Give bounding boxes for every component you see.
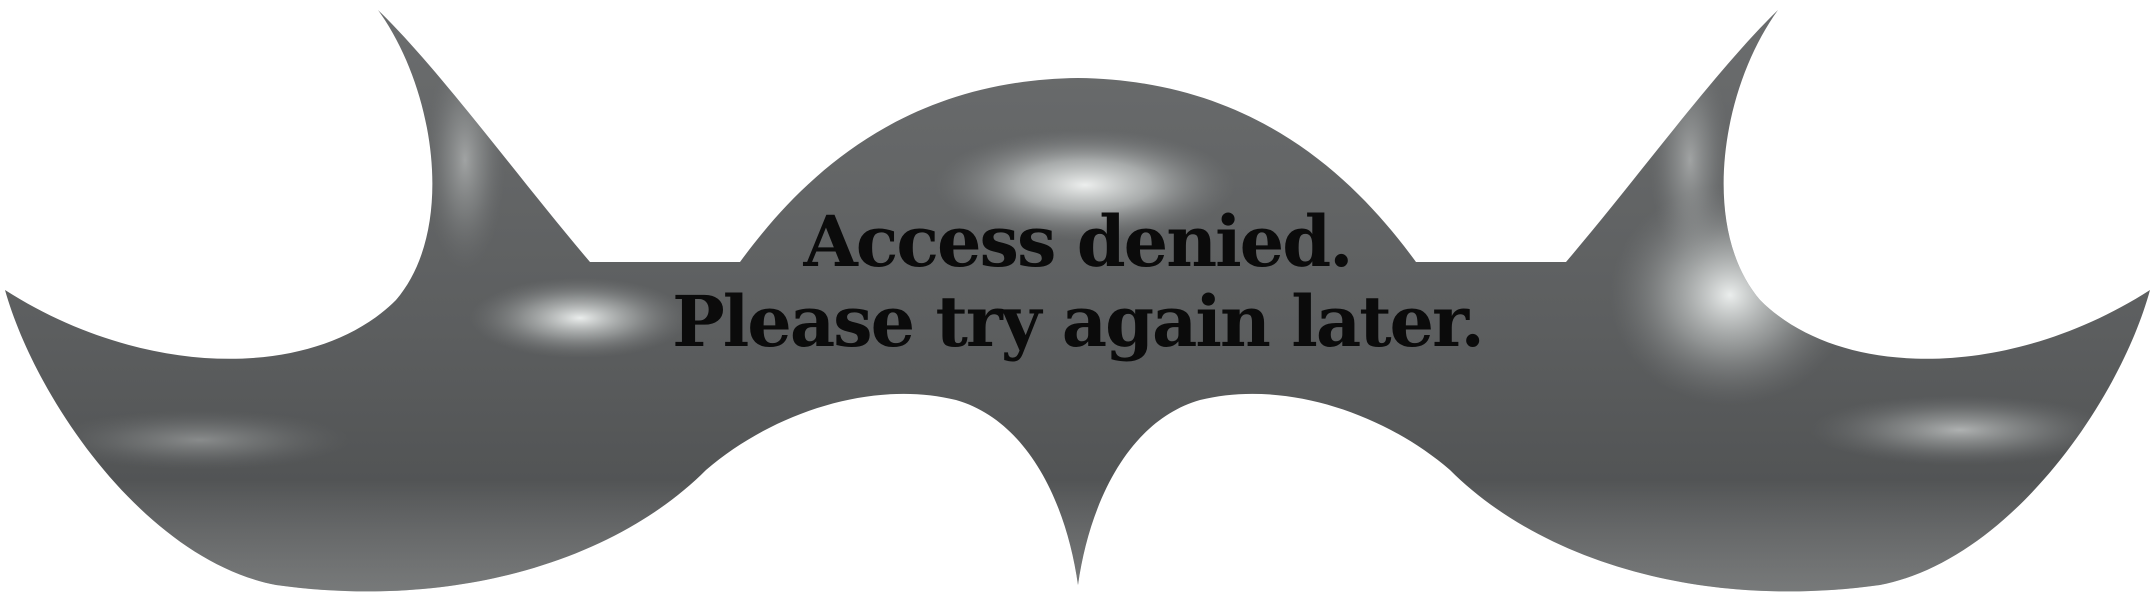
access-denied-page: Access denied. Please try again later.: [0, 0, 2155, 600]
error-message-line-1: Access denied.: [803, 200, 1353, 283]
error-message: Access denied. Please try again later.: [0, 202, 2155, 362]
error-message-line-2: Please try again later.: [672, 280, 1485, 363]
